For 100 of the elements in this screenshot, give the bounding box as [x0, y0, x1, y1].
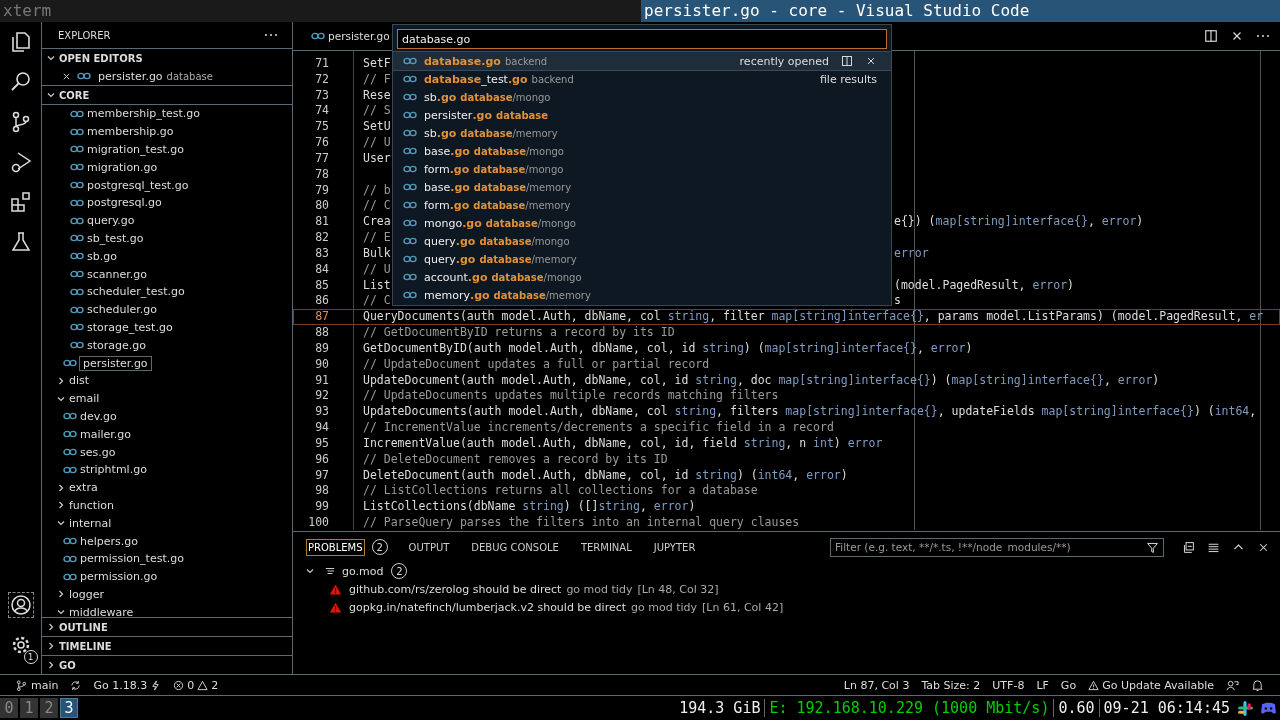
file-result[interactable]: form.go [424, 198, 470, 212]
panel-tab[interactable]: JUPYTER [652, 539, 697, 555]
section-header[interactable]: OUTLINE [59, 621, 108, 633]
file-result[interactable]: memory.go [424, 288, 490, 302]
tree-item[interactable]: helpers.go [80, 534, 138, 548]
file-result[interactable]: base.go [424, 180, 470, 194]
warning-count[interactable]: 2 [211, 678, 219, 692]
tree-item[interactable]: postgresql.go [87, 196, 162, 210]
tree-item[interactable]: permission.go [80, 570, 158, 584]
section-header[interactable]: OPEN EDITORS [59, 52, 143, 64]
tree-item[interactable]: internal [69, 516, 112, 530]
tree-item[interactable]: dist [69, 374, 90, 388]
bell-icon[interactable] [1251, 678, 1264, 692]
quick-open-field[interactable]: database.go [397, 29, 887, 49]
status-item[interactable]: LF [1036, 678, 1049, 692]
chevron-icon[interactable] [46, 90, 56, 100]
tree-item[interactable]: email [69, 392, 100, 406]
section-header[interactable]: CORE [59, 89, 90, 101]
chevron-icon[interactable] [46, 53, 56, 63]
sync-icon[interactable] [70, 679, 82, 691]
branch-status[interactable]: main [31, 678, 59, 692]
file-result[interactable]: mongo.go [424, 216, 482, 230]
tree-item[interactable]: function [69, 498, 114, 512]
tree-item[interactable]: sb.go [87, 249, 117, 263]
panel-tab[interactable]: PROBLEMS [307, 539, 364, 555]
chevron-icon[interactable] [305, 566, 315, 576]
file-result[interactable]: account.go [424, 270, 488, 284]
tree-item[interactable]: sb_test.go [87, 231, 144, 245]
close-icon[interactable] [62, 71, 71, 81]
tree-item[interactable]: scheduler_test.go [87, 285, 185, 299]
status-item[interactable]: Ln 87, Col 3 [843, 678, 910, 692]
file-result[interactable]: sb.go [424, 126, 457, 140]
close-icon[interactable] [865, 55, 877, 67]
file-result[interactable]: base.go [424, 144, 470, 158]
file-result[interactable]: database_test.go [424, 72, 528, 86]
tree-item[interactable]: extra [69, 481, 98, 495]
error-count[interactable]: 0 [187, 678, 195, 692]
tree-item[interactable]: dev.go [80, 409, 117, 423]
filter-field[interactable]: Filter (e.g. text, **/*.ts, !**/node_modules/**) [830, 537, 1164, 557]
more-icon[interactable] [264, 33, 278, 37]
extensions-icon[interactable] [8, 190, 33, 214]
tree-item[interactable]: migration.go [87, 160, 158, 174]
panel-tab[interactable]: DEBUG CONSOLE [470, 539, 560, 555]
tree-item[interactable]: logger [69, 587, 105, 601]
workspace-button[interactable]: 2 [40, 698, 58, 718]
open-editor-item[interactable]: persister.go [98, 69, 163, 83]
account-icon[interactable] [8, 593, 33, 617]
section-header[interactable]: TIMELINE [59, 640, 112, 652]
error-icon[interactable] [173, 679, 185, 691]
tree-item[interactable]: scanner.go [87, 267, 147, 281]
warning-icon[interactable] [197, 679, 209, 691]
file-result[interactable]: query.go [424, 252, 476, 266]
filter-icon[interactable] [1146, 540, 1159, 554]
tree-item[interactable]: persister.go [80, 356, 151, 370]
workspace-button[interactable]: 3 [60, 698, 78, 718]
file-result[interactable]: sb.go [424, 90, 457, 104]
tree-item[interactable]: storage.go [87, 338, 146, 352]
chevron-icon[interactable] [46, 622, 56, 632]
tree-item[interactable]: mailer.go [80, 427, 132, 441]
problem-file[interactable]: go.mod [342, 564, 384, 578]
status-item[interactable]: Go [1060, 678, 1077, 692]
branch-icon[interactable] [16, 679, 27, 691]
update-status[interactable]: Go Update Available [1102, 678, 1214, 692]
workspace-button[interactable]: 0 [0, 698, 18, 718]
tree-item[interactable]: postgresql_test.go [87, 178, 189, 192]
workspace-button[interactable]: 1 [20, 698, 38, 718]
file-result[interactable]: database.go [424, 54, 501, 68]
chevron-icon[interactable] [56, 482, 66, 493]
section-header[interactable]: GO [59, 659, 76, 671]
chevron-icon[interactable] [56, 500, 66, 511]
file-result[interactable]: persister.go [424, 108, 493, 122]
editor-tab[interactable]: persister.go [328, 30, 390, 42]
hash-logo-icon[interactable] [1237, 699, 1254, 717]
chevron-icon[interactable] [46, 641, 56, 651]
chevron-icon[interactable] [46, 660, 56, 670]
tree-item[interactable]: membership.go [87, 125, 174, 139]
tree-item[interactable]: striphtml.go [80, 463, 147, 477]
chevron-icon[interactable] [56, 589, 66, 600]
problem-message[interactable]: gopkg.in/natefinch/lumberjack.v2 should be direct [349, 600, 627, 614]
panel-tab[interactable]: TERMINAL [579, 539, 633, 555]
file-result[interactable]: form.go [424, 162, 470, 176]
split-editor-icon[interactable] [841, 55, 853, 67]
file-result[interactable]: query.go [424, 234, 476, 248]
chevron-icon[interactable] [56, 607, 66, 617]
more-icon[interactable] [1256, 34, 1270, 38]
tree-item[interactable]: ses.go [80, 445, 116, 459]
warning-icon[interactable] [1088, 679, 1100, 691]
status-item[interactable]: Tab Size: 2 [921, 678, 981, 692]
panel-tab[interactable]: OUTPUT [407, 539, 451, 555]
tree-item[interactable]: query.go [87, 214, 135, 228]
tree-item[interactable]: membership_test.go [87, 107, 201, 121]
tree-item[interactable]: storage_test.go [87, 320, 173, 334]
collapse-all-icon[interactable] [1182, 540, 1195, 554]
tree-item[interactable]: scheduler.go [87, 303, 158, 317]
status-item[interactable]: UTF-8 [992, 678, 1025, 692]
problem-message[interactable]: github.com/rs/zerolog should be direct [349, 582, 562, 596]
split-editor-icon[interactable] [1204, 29, 1218, 43]
tree-item[interactable]: permission_test.go [80, 552, 184, 566]
feedback-icon[interactable] [1226, 678, 1239, 692]
tree-item[interactable]: middleware [69, 605, 134, 617]
